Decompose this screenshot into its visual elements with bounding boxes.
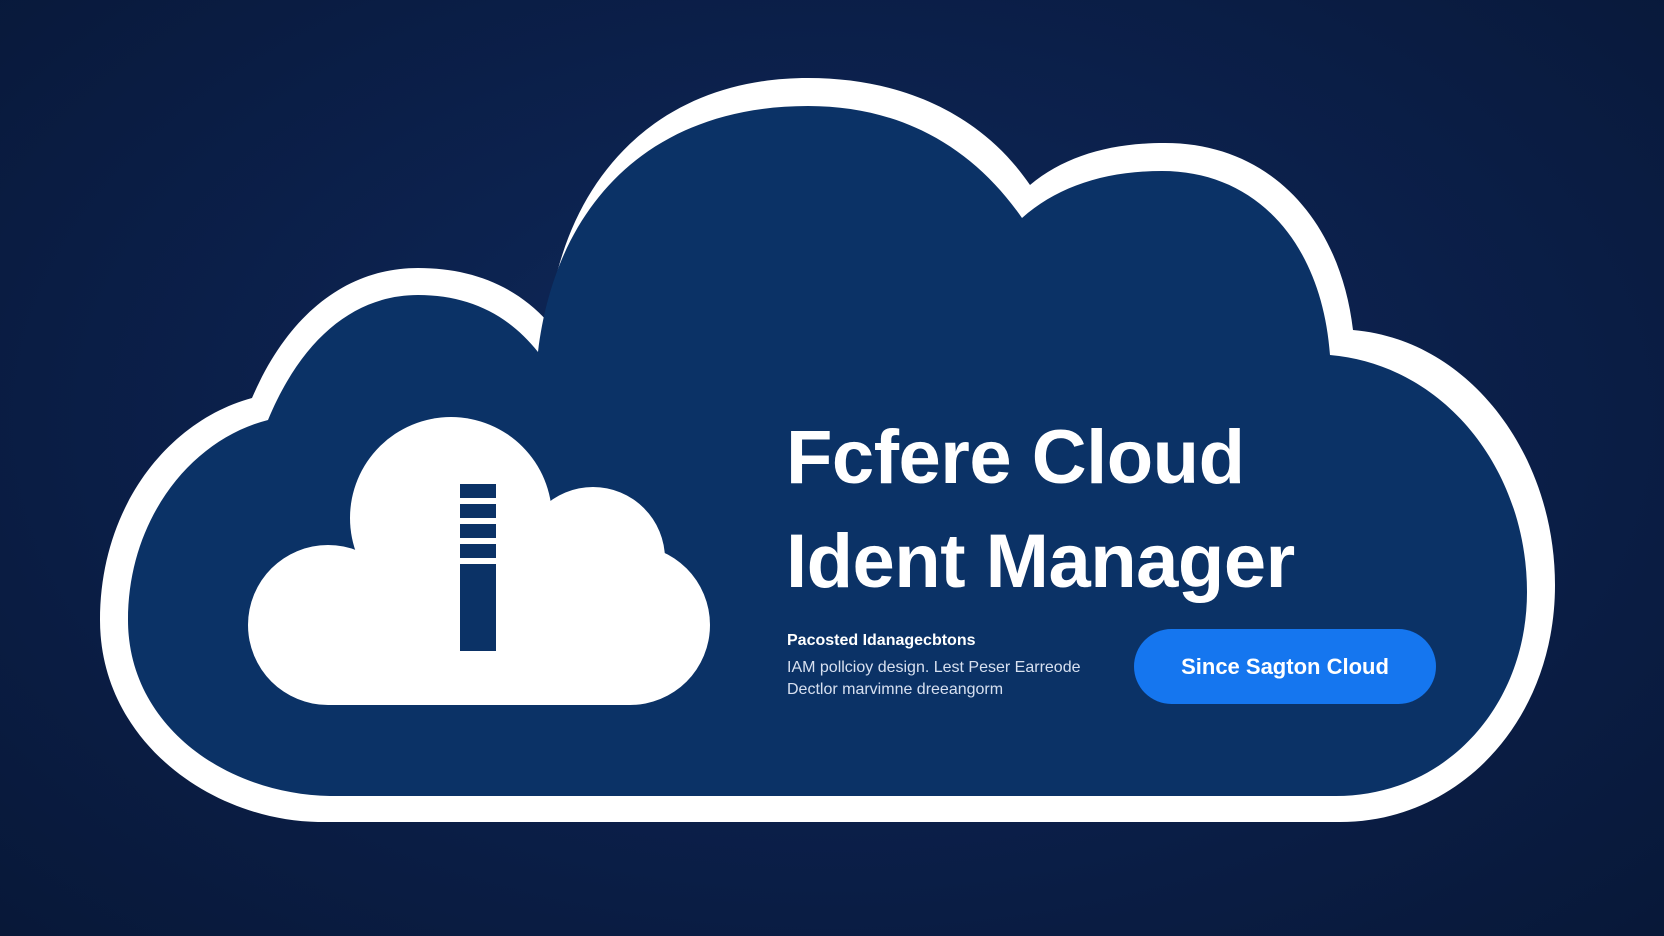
cta-button[interactable]: Since Sagton Cloud: [1134, 629, 1436, 704]
description-line-1: IAM pollcioy design. Lest Peser Earreode: [787, 659, 1081, 676]
title-line-2: Ident Manager: [786, 519, 1295, 604]
subheading: Pacosted Idanagecbtons: [787, 632, 976, 649]
page-title: Fcfere Cloud Ident Manager: [786, 406, 1446, 614]
banner-background: Fcfere Cloud Ident Manager Pacosted Idan…: [0, 0, 1664, 936]
description-line-2: Dectlor marvimne dreeangorm: [787, 681, 1004, 698]
description: IAM pollcioy design. Lest Peser Earreode…: [787, 657, 1080, 701]
title-line-1: Fcfere Cloud: [786, 415, 1245, 500]
cloud-server-icon: [248, 417, 710, 705]
